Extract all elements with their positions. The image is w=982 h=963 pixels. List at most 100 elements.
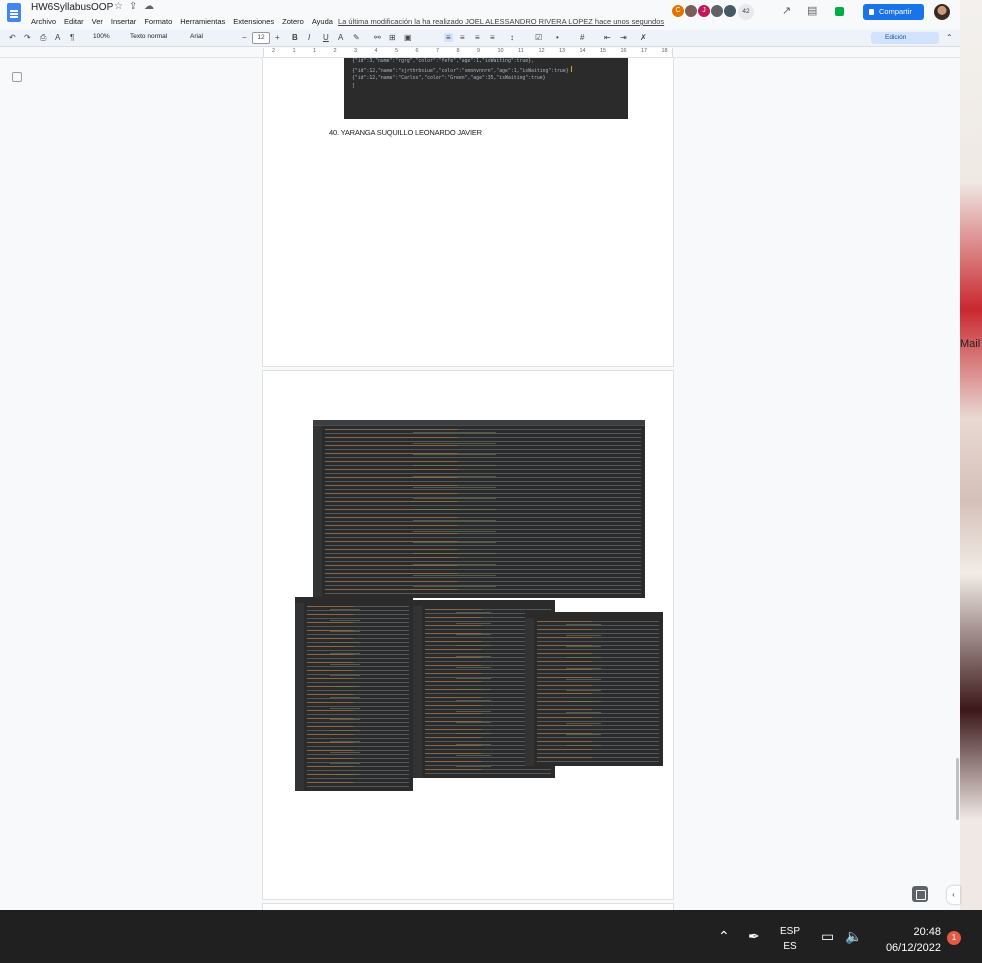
language-indicator[interactable]: ESP ES bbox=[780, 924, 800, 954]
collaborator-avatar[interactable] bbox=[684, 4, 698, 18]
image-icon[interactable]: ▣ bbox=[404, 33, 412, 42]
editing-mode-select[interactable]: Edición bbox=[871, 32, 939, 44]
code-line: {"id":12,"name":"sjrthrbsiue","color":"v… bbox=[352, 65, 620, 76]
style-select[interactable]: Texto normal bbox=[130, 33, 167, 40]
underline-icon[interactable]: U bbox=[323, 33, 329, 42]
redo-icon[interactable]: ↷ bbox=[24, 33, 31, 42]
undo-icon[interactable]: ↶ bbox=[9, 33, 16, 42]
share-button[interactable]: Compartir bbox=[863, 4, 924, 20]
increase-indent-icon[interactable]: ⇥ bbox=[620, 33, 627, 42]
document-canvas: {"id":3,"name":"rgrg","color":"fefe","ag… bbox=[0, 58, 960, 910]
document-title[interactable]: HW6SyllabusOOP bbox=[31, 2, 113, 13]
menu-herramientas[interactable]: Herramientas bbox=[180, 17, 225, 26]
side-panel-chevron-icon[interactable]: ‹ bbox=[947, 886, 960, 904]
code-screenshot-image[interactable]: {"id":3,"name":"rgrg","color":"fefe","ag… bbox=[344, 58, 628, 119]
align-right-icon[interactable]: ≡ bbox=[475, 33, 480, 42]
clear-formatting-icon[interactable]: ✗ bbox=[640, 33, 647, 42]
decrease-font-icon[interactable]: − bbox=[242, 33, 247, 42]
star-icon[interactable]: ☆ bbox=[114, 1, 123, 12]
windows-taskbar: ⌃ ✒ ESP ES ▭ 🔈 20:48 06/12/2022 1 bbox=[0, 910, 982, 963]
menu-extensiones[interactable]: Extensiones bbox=[233, 17, 274, 26]
align-justify-icon[interactable]: ≡ bbox=[490, 33, 495, 42]
cloud-saved-icon[interactable]: ☁ bbox=[144, 1, 154, 12]
ruler-number: 10 bbox=[497, 48, 504, 54]
horizontal-ruler[interactable]: 2 1 1 2 3 4 5 6 7 8 9 10 11 12 13 14 15 16 17 18 bbox=[263, 48, 673, 57]
ide-screenshot-image[interactable] bbox=[295, 597, 413, 791]
move-folder-icon[interactable]: ⇪ bbox=[129, 1, 137, 12]
increase-font-icon[interactable]: + bbox=[275, 33, 280, 42]
last-edit-link[interactable]: La última modificación la ha realizado J… bbox=[338, 17, 664, 26]
show-hidden-icons-icon[interactable]: ⌃ bbox=[718, 928, 730, 945]
collaborator-avatar[interactable]: C bbox=[671, 4, 685, 18]
desktop-wallpaper bbox=[960, 0, 982, 910]
ide-tab-bar bbox=[313, 420, 645, 426]
align-left-icon[interactable]: ≡ bbox=[444, 33, 453, 42]
ruler-number: 1 bbox=[313, 48, 317, 54]
highlight-icon[interactable]: ✎ bbox=[353, 33, 360, 42]
bold-icon[interactable]: B bbox=[292, 33, 298, 42]
menubar: Archivo Editar Ver Insertar Formato Herr… bbox=[31, 17, 341, 26]
page-1[interactable]: {"id":3,"name":"rgrg","color":"fefe","ag… bbox=[263, 58, 673, 366]
font-select[interactable]: Arial bbox=[190, 33, 203, 40]
code-line: ] bbox=[352, 83, 355, 89]
menu-ver[interactable]: Ver bbox=[92, 17, 103, 26]
ide-screenshot-image[interactable] bbox=[525, 612, 663, 766]
zoom-select[interactable]: 100% bbox=[93, 33, 110, 40]
more-collaborators-count[interactable]: 42 bbox=[738, 4, 754, 20]
italic-icon[interactable]: I bbox=[308, 33, 310, 42]
code-strings bbox=[330, 609, 360, 781]
menu-zotero[interactable]: Zotero bbox=[282, 17, 304, 26]
align-center-icon[interactable]: ≡ bbox=[460, 33, 465, 42]
ruler-number: 18 bbox=[661, 48, 668, 54]
ruler-number: 13 bbox=[559, 48, 566, 54]
ide-screenshot-image[interactable] bbox=[313, 420, 645, 598]
vertical-scrollbar[interactable] bbox=[956, 758, 959, 820]
menu-archivo[interactable]: Archivo bbox=[31, 17, 56, 26]
ruler-number: 8 bbox=[456, 48, 460, 54]
network-icon[interactable]: ▭ bbox=[821, 928, 834, 945]
paint-format-icon[interactable]: ¶ bbox=[70, 33, 74, 42]
spellcheck-icon[interactable]: A bbox=[55, 33, 60, 42]
page-2[interactable] bbox=[263, 371, 673, 899]
menu-editar[interactable]: Editar bbox=[64, 17, 84, 26]
collapse-menus-icon[interactable]: ⌃ bbox=[946, 33, 953, 42]
menu-formato[interactable]: Formato bbox=[144, 17, 172, 26]
ide-gutter bbox=[295, 603, 304, 791]
text-color-icon[interactable]: A bbox=[338, 33, 343, 42]
collaborator-avatar[interactable] bbox=[723, 4, 737, 18]
notification-badge[interactable]: 1 bbox=[947, 931, 961, 945]
bulleted-list-icon[interactable]: • bbox=[556, 33, 559, 42]
collaborator-avatar[interactable]: J bbox=[697, 4, 711, 18]
user-avatar[interactable] bbox=[934, 4, 950, 20]
font-size-input[interactable]: 12 bbox=[252, 32, 270, 44]
code-strings bbox=[455, 612, 492, 768]
collaborator-avatars: C J 42 bbox=[671, 4, 754, 20]
meet-icon[interactable] bbox=[833, 5, 855, 18]
section-heading[interactable]: 40. YARANGA SUQUILLO LEONARDO JAVIER bbox=[329, 128, 482, 137]
link-icon[interactable]: ⚯ bbox=[374, 33, 381, 42]
explore-icon[interactable] bbox=[912, 886, 928, 902]
print-icon[interactable]: ⎙ bbox=[40, 33, 46, 43]
ruler-number: 16 bbox=[620, 48, 627, 54]
ruler-number: 14 bbox=[579, 48, 586, 54]
checklist-icon[interactable]: ☑ bbox=[535, 33, 542, 42]
ruler-number: 2 bbox=[333, 48, 337, 54]
comments-icon[interactable]: ▤ bbox=[807, 4, 817, 17]
pen-icon[interactable]: ✒ bbox=[748, 928, 760, 945]
collaborator-avatar[interactable] bbox=[710, 4, 724, 18]
decrease-indent-icon[interactable]: ⇤ bbox=[604, 33, 611, 42]
volume-icon[interactable]: 🔈 bbox=[845, 928, 862, 945]
code-line: {"id":12,"name":"Carlos","color":"Green"… bbox=[352, 76, 546, 81]
document-outline-icon[interactable] bbox=[12, 72, 22, 82]
line-spacing-icon[interactable]: ↕ bbox=[510, 33, 514, 42]
clock[interactable]: 20:48 06/12/2022 bbox=[875, 924, 941, 956]
ide-gutter bbox=[313, 426, 322, 598]
comment-icon[interactable]: ⊞ bbox=[389, 33, 396, 42]
menu-ayuda[interactable]: Ayuda bbox=[312, 17, 333, 26]
activity-trend-icon[interactable]: ↗ bbox=[782, 4, 791, 17]
docs-logo-icon[interactable] bbox=[7, 3, 21, 22]
wallpaper-text: Mail bbox=[960, 338, 981, 350]
numbered-list-icon[interactable]: # bbox=[580, 33, 584, 42]
ruler-number: 4 bbox=[374, 48, 378, 54]
menu-insertar[interactable]: Insertar bbox=[111, 17, 136, 26]
